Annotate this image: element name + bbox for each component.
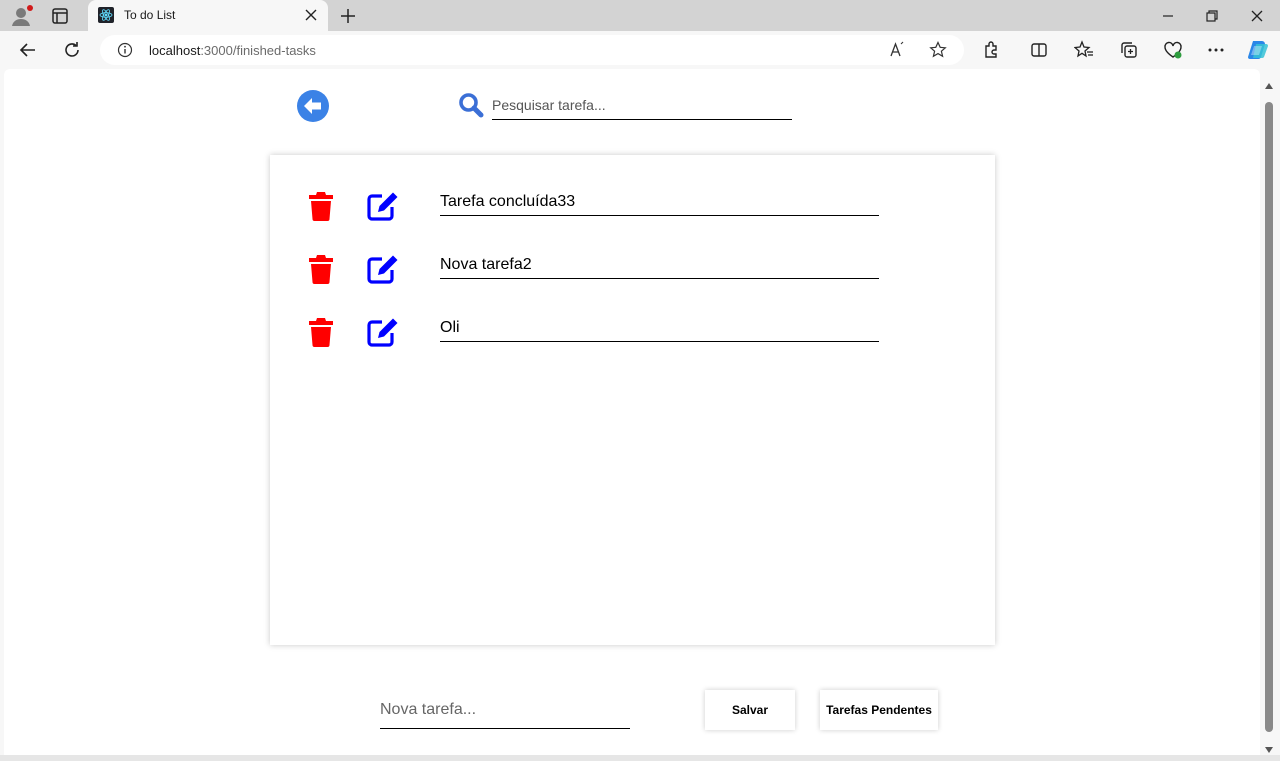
copilot-icon[interactable]	[1246, 38, 1270, 62]
url-text: localhost:3000/finished-tasks	[149, 43, 316, 58]
new-tab-icon[interactable]	[338, 6, 358, 26]
tab-close-icon[interactable]	[304, 8, 318, 22]
minimize-icon[interactable]	[1158, 6, 1178, 26]
task-row	[270, 315, 995, 355]
close-window-icon[interactable]	[1247, 6, 1267, 26]
scroll-up-arrow-icon[interactable]	[1265, 76, 1273, 89]
trash-icon[interactable]	[308, 191, 334, 221]
extensions-icon[interactable]	[981, 40, 1001, 60]
favorite-star-icon[interactable]	[929, 41, 947, 59]
scroll-down-arrow-icon[interactable]	[1265, 740, 1273, 753]
window-bottom-edge	[0, 755, 1280, 761]
edit-icon[interactable]	[367, 317, 399, 347]
more-menu-icon[interactable]	[1206, 40, 1226, 60]
address-bar[interactable]: localhost:3000/finished-tasks	[100, 35, 964, 65]
pending-tasks-button[interactable]: Tarefas Pendentes	[820, 690, 938, 730]
task-text-field[interactable]	[440, 189, 879, 216]
task-text-field[interactable]	[440, 315, 879, 342]
site-info-icon[interactable]	[117, 42, 133, 58]
browser-tab[interactable]: To do List	[88, 0, 328, 31]
browser-toolbar: localhost:3000/finished-tasks	[0, 31, 1280, 69]
profile-avatar-icon[interactable]	[10, 5, 34, 27]
favorites-icon[interactable]	[1073, 40, 1094, 60]
page-viewport: Salvar Tarefas Pendentes	[4, 69, 1260, 755]
trash-icon[interactable]	[308, 317, 334, 347]
page-scrollbar[interactable]	[1262, 74, 1276, 753]
scrollbar-thumb[interactable]	[1265, 102, 1273, 732]
refresh-icon[interactable]	[62, 40, 82, 60]
browser-titlebar: To do List	[0, 0, 1280, 31]
trash-icon[interactable]	[308, 254, 334, 284]
edit-icon[interactable]	[367, 254, 399, 284]
task-text-field[interactable]	[440, 252, 879, 279]
url-path: :3000/finished-tasks	[200, 43, 316, 58]
back-button-icon[interactable]	[296, 89, 330, 123]
tab-title: To do List	[124, 8, 176, 22]
restore-icon[interactable]	[1202, 6, 1222, 26]
react-favicon-icon	[98, 7, 114, 23]
url-host: localhost	[149, 43, 201, 58]
browser-essentials-icon[interactable]	[1163, 40, 1183, 60]
finished-tasks-list	[270, 155, 995, 645]
edit-icon[interactable]	[367, 191, 399, 221]
search-icon	[458, 92, 484, 118]
split-screen-icon[interactable]	[1029, 40, 1049, 60]
back-arrow-icon[interactable]	[18, 40, 38, 60]
tab-actions-icon[interactable]	[50, 6, 70, 26]
search-input[interactable]	[492, 91, 792, 120]
new-task-input[interactable]	[380, 691, 630, 729]
collections-icon[interactable]	[1119, 40, 1139, 60]
read-aloud-icon[interactable]	[889, 41, 907, 59]
task-row	[270, 189, 995, 229]
save-button[interactable]: Salvar	[705, 690, 795, 730]
task-row	[270, 252, 995, 292]
